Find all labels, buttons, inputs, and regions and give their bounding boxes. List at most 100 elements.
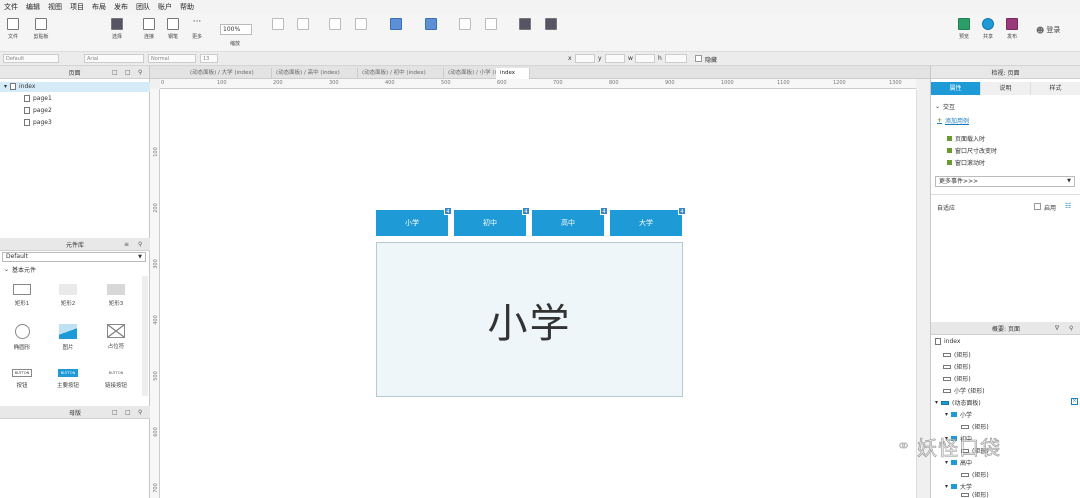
login-button[interactable]: ☻ 登录 — [1036, 25, 1060, 35]
y-input[interactable] — [605, 54, 625, 63]
add-case-link[interactable]: + 添加用例 — [937, 116, 969, 125]
toolbar-button-7[interactable] — [290, 18, 316, 30]
library-item-rect1[interactable]: 矩形1 — [2, 284, 42, 307]
add-master-icon[interactable]: □ — [112, 409, 118, 416]
preview-button[interactable]: 预览 — [951, 18, 977, 40]
pen-button[interactable]: 钢笔 — [160, 18, 186, 40]
outline-item[interactable]: (矩形) — [961, 490, 989, 498]
search-icon[interactable]: ⚲ — [1069, 325, 1073, 332]
publish-button[interactable]: 发布 — [999, 18, 1025, 40]
hidden-checkbox[interactable] — [695, 55, 702, 62]
adaptive-icon[interactable]: ☷ — [1065, 202, 1071, 210]
menu-team[interactable]: 团队 — [136, 2, 150, 12]
event-item[interactable]: 窗口滚动时 — [947, 158, 985, 167]
align-button[interactable] — [383, 18, 409, 30]
style-select[interactable]: Default — [3, 54, 59, 63]
masters-panel: 母版 □ □ ⚲ — [0, 406, 150, 419]
menu-file[interactable]: 文件 — [4, 2, 18, 12]
back-button[interactable] — [538, 18, 564, 30]
select-button[interactable]: 选择 — [104, 18, 130, 40]
enable-checkbox[interactable] — [1034, 203, 1041, 210]
share-button[interactable]: 共享 — [975, 18, 1001, 40]
connect-button[interactable]: 连接 — [136, 18, 162, 40]
add-folder-icon[interactable]: □ — [125, 69, 131, 76]
tab-notes[interactable]: 说明 — [981, 82, 1031, 95]
proto-tab-chuzhong[interactable]: 初中 — [454, 210, 526, 236]
library-item-ellipse[interactable]: 椭圆形 — [2, 324, 42, 351]
outline-item[interactable]: ▾ (动态面板) — [935, 398, 981, 407]
x-input[interactable] — [575, 54, 595, 63]
event-item[interactable]: 页面载入时 — [947, 134, 985, 143]
outline-item[interactable]: (矩形) — [961, 422, 989, 431]
distribute-button[interactable] — [418, 18, 444, 30]
library-item-primary-button[interactable]: BUTTON 主要按钮 — [48, 369, 88, 389]
tab-style[interactable]: 样式 — [1031, 82, 1080, 95]
expand-icon[interactable]: ▾ — [4, 83, 7, 90]
h-input[interactable] — [665, 54, 687, 63]
page-item[interactable]: page2 — [24, 107, 52, 114]
toolbar-button-8[interactable] — [322, 18, 348, 30]
enable-label: 启用 — [1044, 205, 1057, 212]
menu-project[interactable]: 项目 — [70, 2, 84, 12]
add-folder-icon[interactable]: □ — [125, 409, 131, 416]
library-item-button[interactable]: BUTTON 按钮 — [2, 369, 42, 389]
filter-icon[interactable]: ∇ — [1055, 325, 1059, 332]
weight-select[interactable]: Normal — [148, 54, 196, 63]
more-button[interactable]: ··· 更多 — [184, 18, 210, 41]
library-item-rect3[interactable]: 矩形3 — [96, 284, 136, 307]
proto-tab-gaozhong[interactable]: 高中 — [532, 210, 604, 236]
menu-icon[interactable]: ≡ — [124, 241, 129, 248]
library-scrollbar[interactable] — [142, 276, 148, 396]
search-icon[interactable]: ⚲ — [138, 409, 142, 416]
library-item-image[interactable]: 图片 — [48, 324, 88, 351]
add-page-icon[interactable]: □ — [112, 69, 118, 76]
library-select[interactable]: Default ▼ — [2, 252, 146, 262]
outline-item[interactable]: (矩形) — [943, 362, 971, 371]
page-item[interactable]: page3 — [24, 119, 52, 126]
menu-view[interactable]: 视图 — [48, 2, 62, 12]
menu-account[interactable]: 账户 — [158, 2, 172, 12]
font-size-select[interactable]: 13 — [200, 54, 218, 63]
font-select[interactable]: Arial — [84, 54, 144, 63]
outline-item[interactable]: (矩形) — [943, 374, 971, 383]
library-item-link-button[interactable]: BUTTON 链接按钮 — [96, 369, 136, 389]
toolbar-button-12[interactable] — [452, 18, 478, 30]
outline-item[interactable]: (矩形) — [943, 350, 971, 359]
front-button[interactable] — [512, 18, 538, 30]
file-button[interactable]: 文件 — [0, 18, 26, 40]
page-tree-root[interactable]: ▾ index — [4, 83, 35, 90]
dynamic-panel[interactable]: 小学 — [376, 242, 683, 397]
outline-root[interactable]: index — [935, 338, 960, 345]
interaction-section[interactable]: ⌄ 交互 — [935, 102, 955, 111]
tab-gaozhong[interactable]: (动态面板) / 高中 (index) — [272, 68, 358, 79]
toolbar-button-6[interactable] — [265, 18, 291, 30]
toolbar-button-9[interactable] — [348, 18, 374, 30]
outline-item[interactable]: ▾ 小学 — [945, 410, 972, 419]
outline-item[interactable]: 小学 (矩形) — [943, 386, 985, 395]
proto-tab-xiaoxue[interactable]: 小学 — [376, 210, 448, 236]
close-icon[interactable]: × — [1071, 398, 1078, 405]
outline-item[interactable]: (矩形) — [961, 470, 989, 479]
tab-daxue[interactable]: (动态面板) / 大学 (index) — [186, 68, 272, 79]
library-item-rect2[interactable]: 矩形2 — [48, 284, 88, 307]
tab-index[interactable]: index — [496, 68, 530, 79]
search-icon[interactable]: ⚲ — [138, 69, 142, 76]
toolbar-button-13[interactable] — [478, 18, 504, 30]
w-input[interactable] — [635, 54, 655, 63]
library-section[interactable]: ⌄ 基本元件 — [4, 265, 36, 274]
tab-properties[interactable]: 属性 — [931, 82, 981, 95]
proto-tab-daxue[interactable]: 大学 — [610, 210, 682, 236]
menu-help[interactable]: 帮助 — [180, 2, 194, 12]
menu-edit[interactable]: 编辑 — [26, 2, 40, 12]
page-item[interactable]: page1 — [24, 95, 52, 102]
search-icon[interactable]: ⚲ — [138, 241, 142, 248]
library-item-placeholder[interactable]: 占位符 — [96, 324, 136, 350]
zoom-select[interactable]: 100% — [220, 24, 252, 35]
tab-chuzhong[interactable]: (动态面板) / 初中 (index) — [358, 68, 444, 79]
menu-layout[interactable]: 布局 — [92, 2, 106, 12]
event-item[interactable]: 窗口尺寸改变时 — [947, 146, 997, 155]
menu-publish[interactable]: 发布 — [114, 2, 128, 12]
clipboard-button[interactable]: 剪贴板 — [28, 18, 54, 40]
more-events-select[interactable]: 更多事件>>> ▼ — [935, 176, 1075, 187]
adaptive-label: 自适应 — [937, 205, 956, 212]
